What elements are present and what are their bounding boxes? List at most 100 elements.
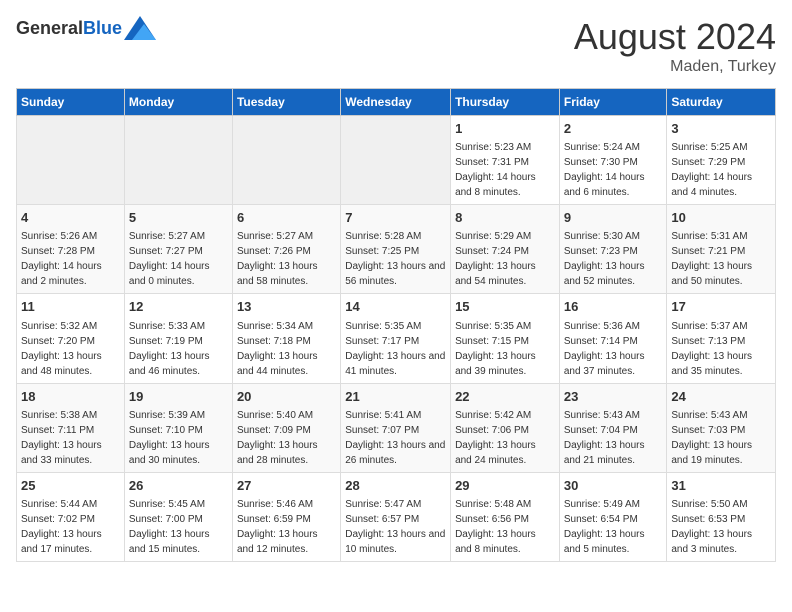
day-cell: 2Sunrise: 5:24 AM Sunset: 7:30 PM Daylig… [559,116,667,205]
day-cell: 8 Sunrise: 5:29 AM Sunset: 7:24 PM Daylig… [451,205,560,294]
week-row-5: 25 Sunrise: 5:44 AM Sunset: 7:02 PM Dayli… [17,472,776,561]
day-info: Sunrise: 5:45 AM Sunset: 7:00 PM Dayligh… [129,499,210,555]
day-cell: 13 Sunrise: 5:34 AM Sunset: 7:18 PM Dayli… [232,294,340,383]
day-cell: 30 Sunrise: 5:49 AM Sunset: 6:54 PM Dayli… [559,472,667,561]
header: GeneralBlue August 2024 Maden, Turkey [16,16,776,76]
day-number: 25 [21,477,120,495]
day-info: Sunrise: 5:37 AM Sunset: 7:13 PM Dayligh… [671,321,752,377]
month-year: August 2024 [574,16,776,58]
day-number: 18 [21,388,120,406]
calendar-table: SundayMondayTuesdayWednesdayThursdayFrid… [16,88,776,562]
day-cell: 18 Sunrise: 5:38 AM Sunset: 7:11 PM Dayli… [17,383,125,472]
col-header-thursday: Thursday [451,89,560,116]
day-cell: 22 Sunrise: 5:42 AM Sunset: 7:06 PM Dayli… [451,383,560,472]
day-info: Sunrise: 5:40 AM Sunset: 7:09 PM Dayligh… [237,410,318,466]
day-number: 31 [671,477,771,495]
week-row-2: 4 Sunrise: 5:26 AM Sunset: 7:28 PM Daylig… [17,205,776,294]
day-cell: 11 Sunrise: 5:32 AM Sunset: 7:20 PM Dayli… [17,294,125,383]
day-cell: 27Sunrise: 5:46 AM Sunset: 6:59 PM Dayli… [232,472,340,561]
day-number: 16 [564,298,663,316]
day-cell: 4 Sunrise: 5:26 AM Sunset: 7:28 PM Daylig… [17,205,125,294]
week-row-4: 18 Sunrise: 5:38 AM Sunset: 7:11 PM Dayli… [17,383,776,472]
logo-icon [124,16,156,40]
day-number: 27 [237,477,336,495]
day-info: Sunrise: 5:28 AM Sunset: 7:25 PM Dayligh… [345,231,445,287]
day-number: 23 [564,388,663,406]
col-header-sunday: Sunday [17,89,125,116]
day-info: Sunrise: 5:35 AM Sunset: 7:15 PM Dayligh… [455,321,536,377]
day-number: 7 [345,209,446,227]
day-number: 17 [671,298,771,316]
day-cell: 24 Sunrise: 5:43 AM Sunset: 7:03 PM Dayli… [667,383,776,472]
day-cell [17,116,125,205]
day-info: Sunrise: 5:43 AM Sunset: 7:04 PM Dayligh… [564,410,645,466]
day-cell [341,116,451,205]
day-cell: 29 Sunrise: 5:48 AM Sunset: 6:56 PM Dayli… [451,472,560,561]
day-number: 1 [455,120,555,138]
day-info: Sunrise: 5:26 AM Sunset: 7:28 PM Dayligh… [21,231,102,287]
day-cell: 23 Sunrise: 5:43 AM Sunset: 7:04 PM Dayli… [559,383,667,472]
day-info: Sunrise: 5:34 AM Sunset: 7:18 PM Dayligh… [237,321,318,377]
day-info: Sunrise: 5:44 AM Sunset: 7:02 PM Dayligh… [21,499,102,555]
day-cell: 19 Sunrise: 5:39 AM Sunset: 7:10 PM Dayli… [124,383,232,472]
day-cell: 10Sunrise: 5:31 AM Sunset: 7:21 PM Dayli… [667,205,776,294]
day-cell: 25 Sunrise: 5:44 AM Sunset: 7:02 PM Dayli… [17,472,125,561]
day-cell: 21Sunrise: 5:41 AM Sunset: 7:07 PM Dayli… [341,383,451,472]
day-number: 3 [671,120,771,138]
day-number: 28 [345,477,446,495]
day-info: Sunrise: 5:25 AM Sunset: 7:29 PM Dayligh… [671,142,752,198]
day-number: 19 [129,388,228,406]
day-info: Sunrise: 5:27 AM Sunset: 7:27 PM Dayligh… [129,231,210,287]
day-number: 6 [237,209,336,227]
day-info: Sunrise: 5:29 AM Sunset: 7:24 PM Dayligh… [455,231,536,287]
col-header-wednesday: Wednesday [341,89,451,116]
day-number: 14 [345,298,446,316]
day-info: Sunrise: 5:27 AM Sunset: 7:26 PM Dayligh… [237,231,318,287]
day-cell: 7 Sunrise: 5:28 AM Sunset: 7:25 PM Daylig… [341,205,451,294]
logo: GeneralBlue [16,16,156,40]
col-header-monday: Monday [124,89,232,116]
day-info: Sunrise: 5:35 AM Sunset: 7:17 PM Dayligh… [345,321,445,377]
day-cell [232,116,340,205]
day-info: Sunrise: 5:48 AM Sunset: 6:56 PM Dayligh… [455,499,536,555]
day-number: 15 [455,298,555,316]
day-info: Sunrise: 5:39 AM Sunset: 7:10 PM Dayligh… [129,410,210,466]
day-number: 13 [237,298,336,316]
day-info: Sunrise: 5:23 AM Sunset: 7:31 PM Dayligh… [455,142,536,198]
day-info: Sunrise: 5:33 AM Sunset: 7:19 PM Dayligh… [129,321,210,377]
day-number: 30 [564,477,663,495]
day-number: 8 [455,209,555,227]
day-info: Sunrise: 5:43 AM Sunset: 7:03 PM Dayligh… [671,410,752,466]
day-number: 4 [21,209,120,227]
day-cell: 15 Sunrise: 5:35 AM Sunset: 7:15 PM Dayli… [451,294,560,383]
col-header-saturday: Saturday [667,89,776,116]
day-cell: 28 Sunrise: 5:47 AM Sunset: 6:57 PM Dayli… [341,472,451,561]
day-cell: 16Sunrise: 5:36 AM Sunset: 7:14 PM Dayli… [559,294,667,383]
day-number: 22 [455,388,555,406]
day-number: 10 [671,209,771,227]
day-info: Sunrise: 5:47 AM Sunset: 6:57 PM Dayligh… [345,499,445,555]
day-cell: 14 Sunrise: 5:35 AM Sunset: 7:17 PM Dayli… [341,294,451,383]
day-info: Sunrise: 5:42 AM Sunset: 7:06 PM Dayligh… [455,410,536,466]
day-cell: 1 Sunrise: 5:23 AM Sunset: 7:31 PM Daylig… [451,116,560,205]
day-number: 26 [129,477,228,495]
day-info: Sunrise: 5:32 AM Sunset: 7:20 PM Dayligh… [21,321,102,377]
location: Maden, Turkey [574,58,776,76]
day-info: Sunrise: 5:30 AM Sunset: 7:23 PM Dayligh… [564,231,645,287]
day-info: Sunrise: 5:41 AM Sunset: 7:07 PM Dayligh… [345,410,445,466]
title-block: August 2024 Maden, Turkey [574,16,776,76]
day-number: 24 [671,388,771,406]
day-info: Sunrise: 5:24 AM Sunset: 7:30 PM Dayligh… [564,142,645,198]
day-cell: 31Sunrise: 5:50 AM Sunset: 6:53 PM Dayli… [667,472,776,561]
day-number: 29 [455,477,555,495]
day-number: 20 [237,388,336,406]
col-header-tuesday: Tuesday [232,89,340,116]
day-number: 11 [21,298,120,316]
day-cell: 9 Sunrise: 5:30 AM Sunset: 7:23 PM Daylig… [559,205,667,294]
day-info: Sunrise: 5:38 AM Sunset: 7:11 PM Dayligh… [21,410,102,466]
day-cell [124,116,232,205]
header-row: SundayMondayTuesdayWednesdayThursdayFrid… [17,89,776,116]
day-info: Sunrise: 5:49 AM Sunset: 6:54 PM Dayligh… [564,499,645,555]
day-number: 12 [129,298,228,316]
day-number: 9 [564,209,663,227]
